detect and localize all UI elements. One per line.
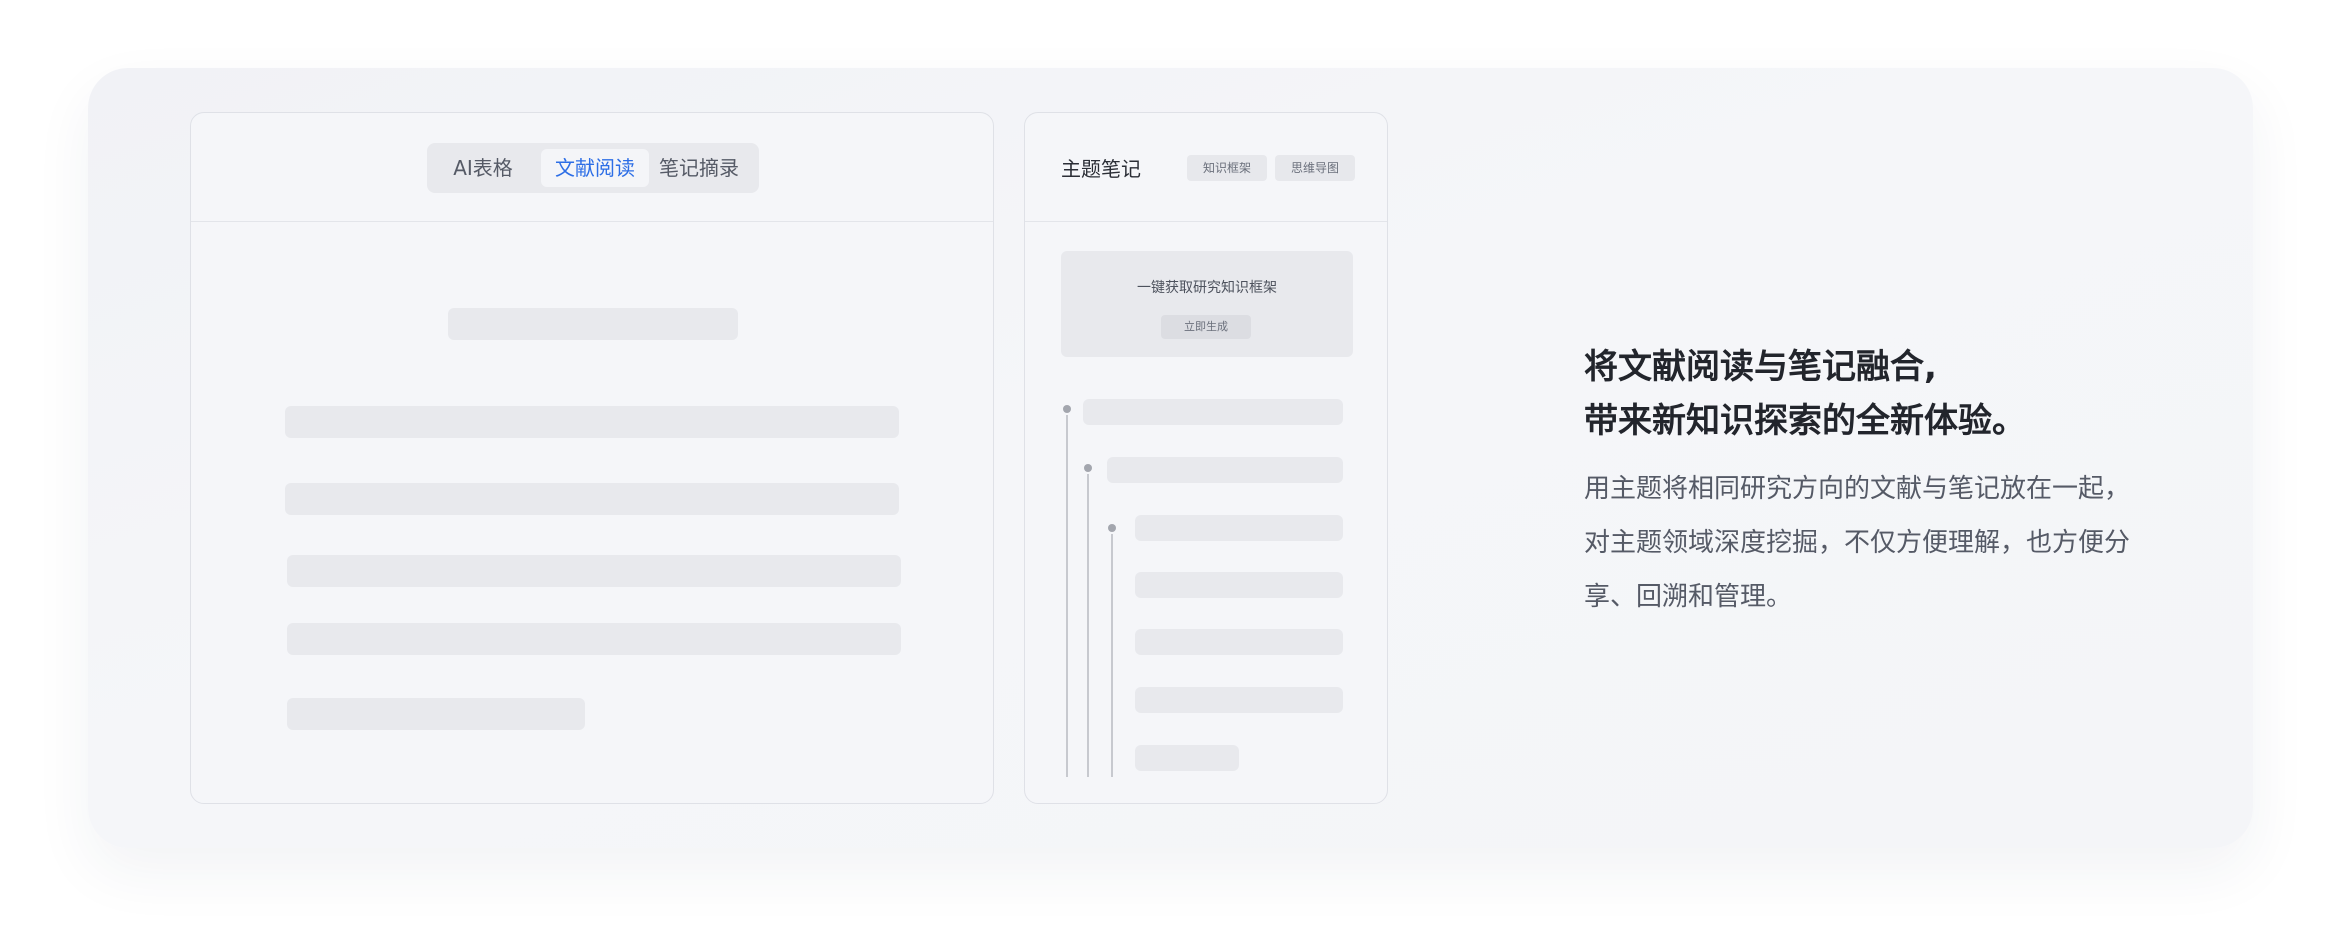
tree-connector — [1066, 415, 1068, 777]
feature-copy: 将文献阅读与笔记融合, 带来新知识探索的全新体验。 用主题将相同研究方向的文献与… — [1584, 340, 2144, 624]
placeholder-line — [287, 555, 901, 587]
outline-item — [1135, 745, 1239, 771]
outline-item — [1135, 629, 1343, 655]
tree-connector — [1111, 534, 1113, 777]
tree-node-dot — [1084, 464, 1092, 472]
generate-now-button[interactable]: 立即生成 — [1161, 315, 1251, 339]
topic-notes-panel: 主题笔记 知识框架 思维导图 一键获取研究知识框架 立即生成 — [1024, 112, 1388, 804]
tab-note-excerpts[interactable]: 笔记摘录 — [649, 149, 749, 187]
mind-map-chip[interactable]: 思维导图 — [1275, 155, 1355, 181]
notes-header: 主题笔记 知识框架 思维导图 — [1025, 113, 1387, 222]
notes-title: 主题笔记 — [1061, 157, 1141, 181]
tab-ai-table[interactable]: AI表格 — [439, 149, 527, 187]
headline-line-2: 带来新知识探索的全新体验。 — [1584, 401, 2026, 441]
tree-node-dot — [1108, 524, 1116, 532]
tree-connector — [1087, 474, 1089, 777]
outline-item — [1135, 515, 1343, 541]
description: 用主题将相同研究方向的文献与笔记放在一起，对主题领域深度挖掘，不仅方便理解，也方… — [1584, 474, 2131, 612]
generate-framework-box: 一键获取研究知识框架 立即生成 — [1061, 251, 1353, 357]
generate-prompt: 一键获取研究知识框架 — [1137, 280, 1277, 296]
outline-item — [1135, 572, 1343, 598]
outline-item — [1107, 457, 1343, 483]
placeholder-line — [287, 698, 585, 730]
outline-item — [1135, 687, 1343, 713]
knowledge-framework-chip[interactable]: 知识框架 — [1187, 155, 1267, 181]
placeholder-line — [285, 406, 899, 438]
placeholder-title — [448, 308, 738, 340]
tab-literature-reading[interactable]: 文献阅读 — [541, 149, 649, 187]
headline: 将文献阅读与笔记融合, 带来新知识探索的全新体验。 — [1584, 340, 2144, 448]
tree-node-dot — [1063, 405, 1071, 413]
placeholder-line — [287, 623, 901, 655]
placeholder-line — [285, 483, 899, 515]
outline-item — [1083, 399, 1343, 425]
reader-panel: AI表格 文献阅读 笔记摘录 — [190, 112, 994, 804]
reader-header: AI表格 文献阅读 笔记摘录 — [191, 113, 993, 222]
headline-line-1: 将文献阅读与笔记融合, — [1584, 347, 1937, 387]
tab-bar: AI表格 文献阅读 笔记摘录 — [427, 143, 759, 193]
